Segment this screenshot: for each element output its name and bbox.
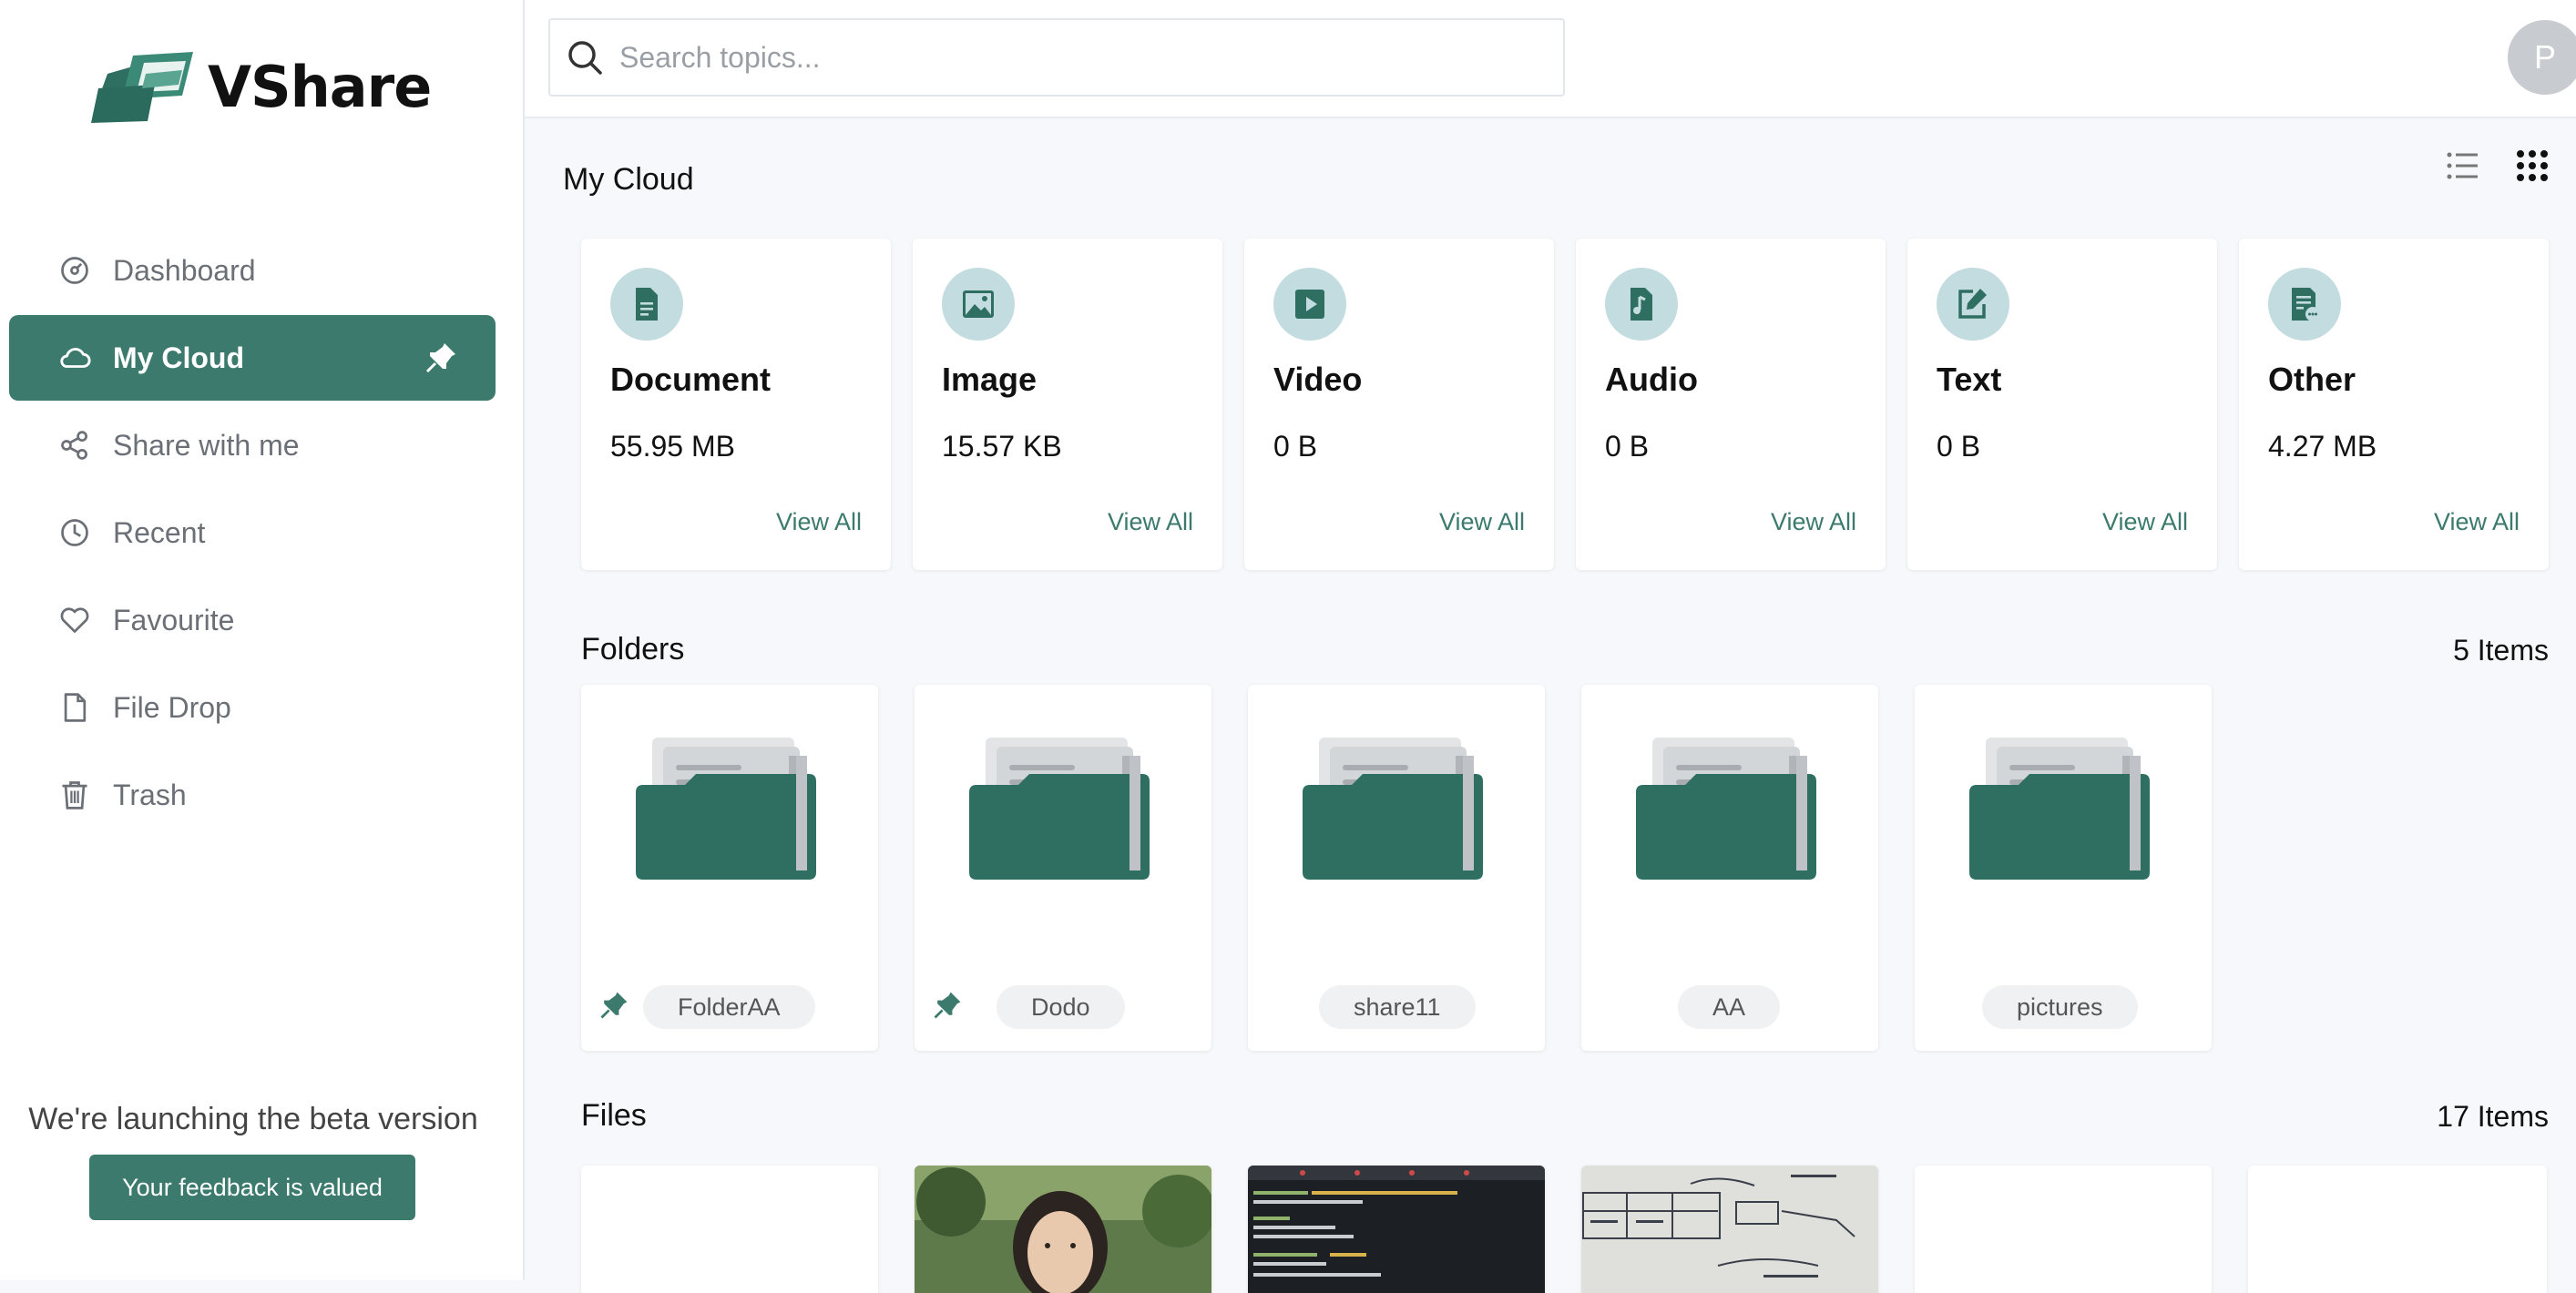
- category-name: Audio: [1605, 361, 1698, 398]
- video-icon: [1273, 268, 1346, 341]
- folder-name: FolderAA: [643, 985, 815, 1029]
- category-size: 15.57 KB: [942, 430, 1062, 463]
- category-card-document[interactable]: Document 55.95 MB View All: [581, 239, 891, 570]
- vshare-logo-icon: [91, 52, 193, 123]
- folders-title: Folders: [581, 632, 685, 667]
- image-icon: [942, 268, 1015, 341]
- folder-name: pictures: [1982, 985, 2138, 1029]
- other-file-icon: [2268, 268, 2341, 341]
- view-all-link[interactable]: View All: [2434, 508, 2520, 536]
- file-thumbnail-code: [1248, 1166, 1545, 1293]
- category-size: 0 B: [1605, 430, 1650, 463]
- folder-name: AA: [1678, 985, 1781, 1029]
- app-name: VShare: [208, 53, 432, 120]
- sidebar-item-label: Share with me: [113, 428, 300, 462]
- folders-count: 5 Items: [2453, 634, 2549, 667]
- trash-icon: [56, 777, 93, 813]
- category-size: 0 B: [1937, 430, 1981, 463]
- file-card[interactable]: [1248, 1166, 1545, 1293]
- folder-name: Dodo: [997, 985, 1125, 1029]
- category-card-text[interactable]: Text 0 B View All: [1907, 239, 2217, 570]
- sidebar-item-dashboard[interactable]: Dashboard: [9, 228, 496, 313]
- view-all-link[interactable]: View All: [1439, 508, 1525, 536]
- files-count: 17 Items: [2437, 1100, 2549, 1133]
- category-card-audio[interactable]: Audio 0 B View All: [1576, 239, 1886, 570]
- document-icon: [610, 268, 683, 341]
- share-icon: [56, 427, 93, 463]
- avatar[interactable]: P: [2508, 20, 2576, 95]
- sidebar-item-label: Recent: [113, 515, 206, 549]
- search-box[interactable]: [548, 18, 1565, 97]
- folder-icon: [1969, 738, 2150, 880]
- view-all-link[interactable]: View All: [1108, 508, 1193, 536]
- cloud-icon: [56, 340, 93, 376]
- edit-icon: [1937, 268, 2009, 341]
- grid-view-icon[interactable]: [2512, 146, 2552, 186]
- file-card[interactable]: [1581, 1166, 1878, 1293]
- file-thumbnail-photo: [915, 1166, 1211, 1293]
- pin-icon[interactable]: [931, 989, 964, 1022]
- top-bar: [525, 0, 2576, 118]
- sidebar-item-label: Trash: [113, 778, 187, 811]
- category-name: Video: [1273, 361, 1363, 398]
- sidebar: VShare Dashboard My Cloud Share with me: [0, 0, 525, 1280]
- sidebar-nav: Dashboard My Cloud Share with me Recent: [9, 228, 496, 840]
- folder-card[interactable]: AA: [1581, 685, 1878, 1051]
- view-all-link[interactable]: View All: [776, 508, 862, 536]
- view-all-link[interactable]: View All: [1771, 508, 1856, 536]
- pin-icon[interactable]: [423, 340, 459, 376]
- folder-icon: [1636, 738, 1816, 880]
- app-logo[interactable]: VShare: [91, 46, 432, 127]
- file-thumbnail-sketch: [1581, 1166, 1878, 1293]
- folder-card[interactable]: Dodo: [915, 685, 1211, 1051]
- category-card-other[interactable]: Other 4.27 MB View All: [2239, 239, 2549, 570]
- folder-card[interactable]: share11: [1248, 685, 1545, 1051]
- clock-icon: [56, 514, 93, 551]
- sidebar-item-label: Favourite: [113, 603, 235, 636]
- sidebar-item-trash[interactable]: Trash: [9, 752, 496, 838]
- sidebar-item-share-with-me[interactable]: Share with me: [9, 402, 496, 488]
- list-view-icon[interactable]: [2443, 146, 2483, 186]
- view-all-link[interactable]: View All: [2102, 508, 2188, 536]
- file-card[interactable]: [581, 1166, 878, 1293]
- sidebar-item-recent[interactable]: Recent: [9, 490, 496, 575]
- category-name: Text: [1937, 361, 2002, 398]
- folder-name: share11: [1319, 985, 1476, 1029]
- sidebar-item-label: Dashboard: [113, 253, 256, 287]
- search-input[interactable]: [618, 39, 1532, 76]
- sidebar-item-label: File Drop: [113, 690, 231, 724]
- category-size: 0 B: [1273, 430, 1318, 463]
- file-card[interactable]: [915, 1166, 1211, 1293]
- dashboard-icon: [56, 252, 93, 289]
- folder-icon: [969, 738, 1150, 880]
- sidebar-item-label: My Cloud: [113, 341, 244, 374]
- page-title: My Cloud: [563, 162, 694, 197]
- category-name: Image: [942, 361, 1038, 398]
- category-size: 4.27 MB: [2268, 430, 2377, 463]
- feedback-button[interactable]: Your feedback is valued: [89, 1155, 415, 1220]
- category-card-video[interactable]: Video 0 B View All: [1244, 239, 1554, 570]
- folder-card[interactable]: pictures: [1915, 685, 2212, 1051]
- sidebar-item-favourite[interactable]: Favourite: [9, 577, 496, 663]
- files-title: Files: [581, 1098, 647, 1133]
- file-icon: [56, 689, 93, 726]
- file-card[interactable]: [2248, 1166, 2547, 1293]
- category-card-image[interactable]: Image 15.57 KB View All: [913, 239, 1222, 570]
- folder-icon: [1303, 738, 1483, 880]
- search-icon: [565, 37, 605, 77]
- category-name: Document: [610, 361, 772, 398]
- audio-icon: [1605, 268, 1678, 341]
- heart-icon: [56, 602, 93, 638]
- beta-notice: We're launching the beta version: [28, 1102, 478, 1136]
- sidebar-item-my-cloud[interactable]: My Cloud: [9, 315, 496, 401]
- pin-icon[interactable]: [598, 989, 630, 1022]
- folder-icon: [636, 738, 816, 880]
- file-card[interactable]: [1915, 1166, 2212, 1293]
- folder-card[interactable]: FolderAA: [581, 685, 878, 1051]
- category-size: 55.95 MB: [610, 430, 735, 463]
- category-name: Other: [2268, 361, 2356, 398]
- sidebar-item-file-drop[interactable]: File Drop: [9, 665, 496, 750]
